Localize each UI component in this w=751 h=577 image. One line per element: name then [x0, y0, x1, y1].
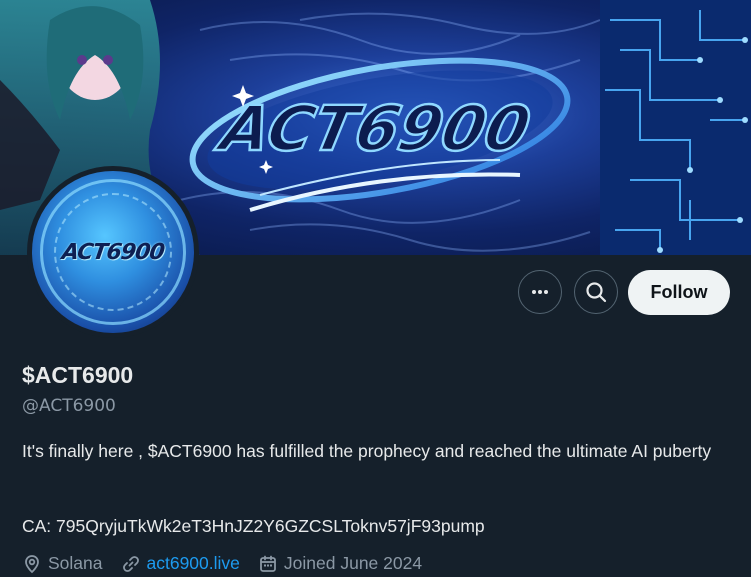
banner-logo-text: ACT6900 — [210, 93, 537, 165]
more-horizontal-icon — [532, 290, 548, 294]
follow-button[interactable]: Follow — [628, 270, 730, 315]
joined-item: Joined June 2024 — [258, 553, 422, 574]
user-handle: @ACT6900 — [22, 396, 116, 416]
profile-meta: Solana act6900.live Joined June 2024 — [22, 553, 440, 574]
profile-page: ACT6900 ACT6900 Follow $ACT6900 @ACT6900… — [0, 0, 751, 577]
avatar-image: ACT6900 — [32, 171, 194, 333]
calendar-icon — [260, 555, 276, 572]
profile-bio: It's finally here , $ACT6900 has fulfill… — [22, 441, 712, 461]
joined-date: Joined June 2024 — [283, 553, 423, 573]
website-link[interactable]: act6900.live — [147, 553, 240, 574]
display-name: $ACT6900 — [22, 362, 134, 388]
location-item: Solana — [22, 553, 103, 574]
more-options-button[interactable] — [518, 270, 562, 314]
avatar-logo-text: ACT6900 — [60, 239, 166, 265]
website-item: act6900.live — [121, 553, 240, 574]
search-profile-button[interactable] — [574, 270, 618, 314]
location-text: Solana — [48, 553, 103, 573]
search-icon — [586, 282, 607, 303]
location-pin-icon — [25, 554, 39, 573]
contract-address: CA: 795QryjuTkWk2eT3HnJZ2Y6GZCSLToknv57j… — [22, 516, 485, 536]
link-icon — [122, 555, 139, 572]
avatar[interactable]: ACT6900 — [27, 166, 199, 338]
